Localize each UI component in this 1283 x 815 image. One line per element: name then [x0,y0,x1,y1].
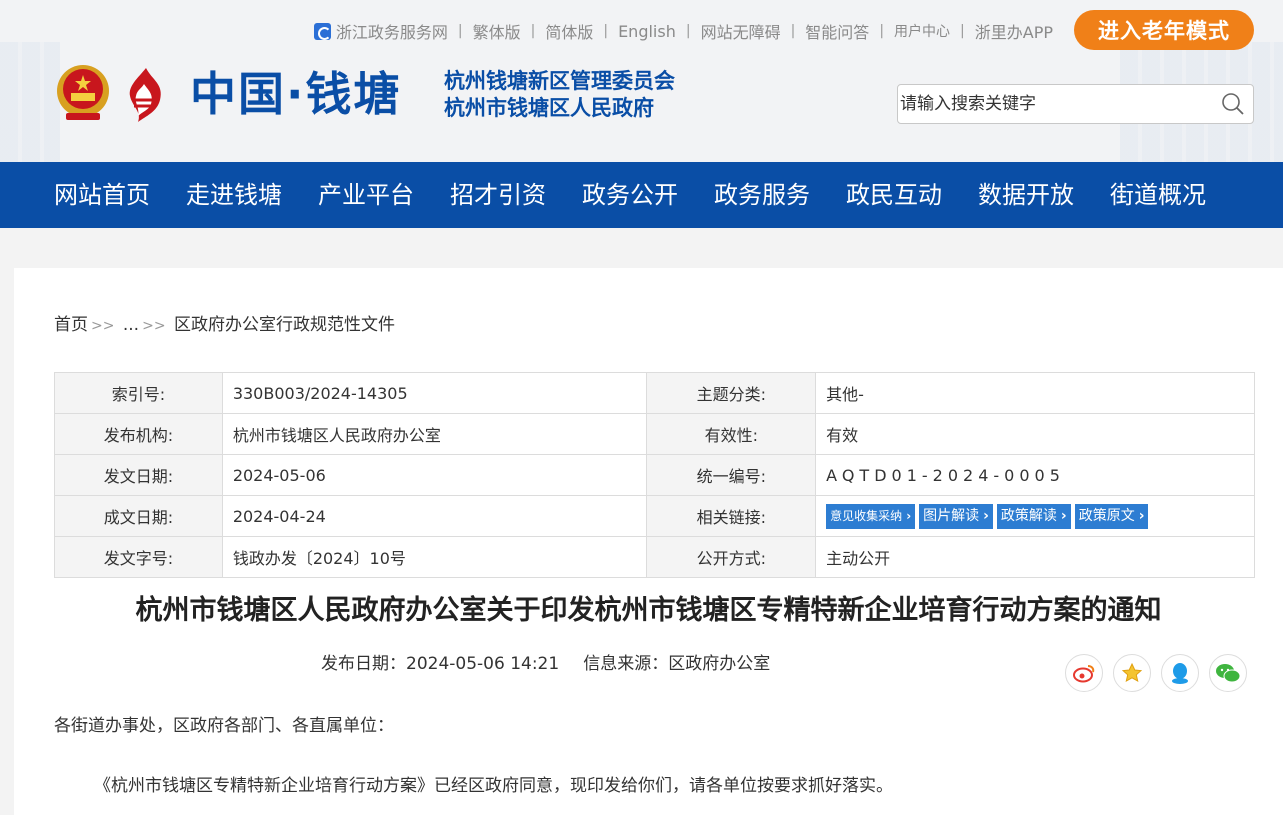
related-link-policy-explain[interactable]: 政策解读 › [996,503,1071,529]
meta-key-topic: 主题分类: [646,372,817,414]
separator: | [530,23,536,39]
related-link-label: 意见收集采纳 [830,508,903,523]
separator: | [790,23,796,39]
chevron-right-icon: › [983,507,989,524]
related-link-label: 政策解读 [1000,507,1057,524]
skyline-decoration [0,42,60,162]
chevron-right-icon: › [906,508,912,523]
site-subtitle-line-1: 杭州钱塘新区管理委员会 [444,69,675,93]
publish-info: 发布日期：2024-05-06 14:21 信息来源：区政府办公室 [321,649,770,674]
meta-val-org: 杭州市钱塘区人民政府办公室 [221,413,648,455]
publish-date: 发布日期：2024-05-06 14:21 [321,654,560,674]
main-nav: 网站首页 走进钱塘 产业平台 招才引资 政务公开 政务服务 政民互动 数据开放 … [0,162,1283,228]
qiantang-logo-icon [129,68,161,122]
nav-item-gov-disclosure[interactable]: 政务公开 [582,162,678,228]
meta-val-topic: 其他- [815,372,1255,414]
weibo-icon[interactable] [1065,654,1103,692]
nav-item-talent-investment[interactable]: 招才引资 [450,162,546,228]
nav-item-open-data[interactable]: 数据开放 [978,162,1074,228]
separator: | [960,23,965,39]
site-subtitle-line-2: 杭州市钱塘区人民政府 [444,96,654,120]
breadcrumb-current[interactable]: 区政府办公室行政规范性文件 [174,315,395,335]
topbar-link-simplified[interactable]: 简体版 [545,19,593,43]
related-link-policy-original[interactable]: 政策原文 › [1074,503,1149,529]
nav-item-industry-platform[interactable]: 产业平台 [318,162,414,228]
national-emblem-icon [57,65,109,120]
table-row: 发布机构: 杭州市钱塘区人民政府办公室 有效性: 有效 [54,413,1255,455]
table-row: 发文日期: 2024-05-06 统一编号: AQTD01-2024-0005 [54,454,1255,496]
document-meta-table: 索引号: 330B003/2024-14305 主题分类: 其他- 发布机构: … [54,372,1255,578]
breadcrumb-ellipsis[interactable]: ... [123,315,139,335]
nav-item-interaction[interactable]: 政民互动 [846,162,942,228]
chevron-right-icon: › [1138,507,1145,524]
topbar-link-accessibility[interactable]: 网站无障碍 [701,19,781,43]
topbar-link-zlb-app[interactable]: 浙里办APP [975,19,1053,43]
meta-key-org: 发布机构: [54,413,223,455]
salutation-paragraph: 各街道办事处，区政府各部门、各直属单位： [54,716,394,736]
meta-val-related-links: 意见收集采纳 › 图片解读 › 政策解读 › 政策原文 › [815,495,1255,537]
body-paragraph: 《杭州市钱塘区专精特新企业培育行动方案》已经区政府同意，现印发给你们，请各单位按… [94,776,893,796]
topbar-link-user-center[interactable]: 用户中心 [894,21,950,41]
qq-icon[interactable] [1161,654,1199,692]
meta-val-unified-code: AQTD01-2024-0005 [815,454,1255,496]
nav-item-about-qiantang[interactable]: 走进钱塘 [186,162,282,228]
table-row: 索引号: 330B003/2024-14305 主题分类: 其他- [54,372,1255,414]
related-link-feedback[interactable]: 意见收集采纳 › [826,503,916,529]
info-source: 信息来源：区政府办公室 [583,654,771,674]
meta-val-index: 330B003/2024-14305 [221,372,648,414]
meta-key-unified-code: 统一编号: [646,454,817,496]
share-bar [1065,654,1257,692]
meta-val-written-date: 2024-04-24 [221,495,648,537]
nav-item-home[interactable]: 网站首页 [54,162,150,228]
related-link-image-explain[interactable]: 图片解读 › [919,503,993,529]
search-input[interactable] [898,85,1213,123]
related-link-label: 政策原文 [1078,507,1135,524]
meta-key-disclosure: 公开方式: [646,536,817,578]
zhejiang-gov-icon [313,22,331,40]
separator: | [879,23,885,39]
meta-key-related-links: 相关链接: [646,495,817,537]
table-row: 发文字号: 钱政办发〔2024〕10号 公开方式: 主动公开 [54,536,1255,578]
meta-val-validity: 有效 [815,413,1255,455]
search-icon[interactable] [1213,85,1253,123]
elder-mode-button[interactable]: 进入老年模式 [1074,10,1254,50]
topbar-link-traditional[interactable]: 繁体版 [473,19,521,43]
content-panel: 首页 >> ... >> 区政府办公室行政规范性文件 索引号: 330B003/20… [14,268,1283,815]
table-row: 成文日期: 2024-04-24 相关链接: 意见收集采纳 › 图片解读 › 政策解读 ›… [54,495,1255,537]
separator: | [457,23,463,39]
wechat-icon[interactable] [1209,654,1247,692]
meta-val-issue-date: 2024-05-06 [221,454,648,496]
site-header: 浙江政务服务网 | 繁体版 | 简体版 | English | 网站无障碍 | … [0,0,1283,162]
nav-item-streets[interactable]: 街道概况 [1110,162,1206,228]
site-subtitle: 杭州钱塘新区管理委员会 杭州市钱塘区人民政府 [444,68,675,122]
meta-key-index: 索引号: [54,372,223,414]
breadcrumb-home[interactable]: 首页 [54,315,88,335]
topbar-link-zjzwfw[interactable]: 浙江政务服务网 [336,19,448,43]
meta-val-disclosure: 主动公开 [815,536,1255,578]
meta-key-written-date: 成文日期: [54,495,223,537]
breadcrumb: 首页 >> ... >> 区政府办公室行政规范性文件 [54,310,395,335]
chevron-right-icon: › [1060,507,1067,524]
search-box [897,84,1254,124]
meta-key-issue-date: 发文日期: [54,454,223,496]
related-link-label: 图片解读 [923,507,980,524]
meta-key-validity: 有效性: [646,413,817,455]
meta-key-doc-number: 发文字号: [54,536,223,578]
site-title: 中国·钱塘 [190,67,402,121]
top-links-bar: 浙江政务服务网 | 繁体版 | 简体版 | English | 网站无障碍 | … [313,19,1053,43]
separator: | [685,23,691,39]
breadcrumb-separator: >> [91,318,115,334]
topbar-link-smart-qa[interactable]: 智能问答 [805,19,869,43]
breadcrumb-separator: >> [142,318,166,334]
document-title: 杭州市钱塘区人民政府办公室关于印发杭州市钱塘区专精特新企业培育行动方案的通知 [135,595,1162,626]
separator: | [603,23,609,39]
favorite-star-icon[interactable] [1113,654,1151,692]
meta-val-doc-number: 钱政办发〔2024〕10号 [221,536,648,578]
topbar-link-english[interactable]: English [618,22,676,41]
nav-item-gov-services[interactable]: 政务服务 [714,162,810,228]
